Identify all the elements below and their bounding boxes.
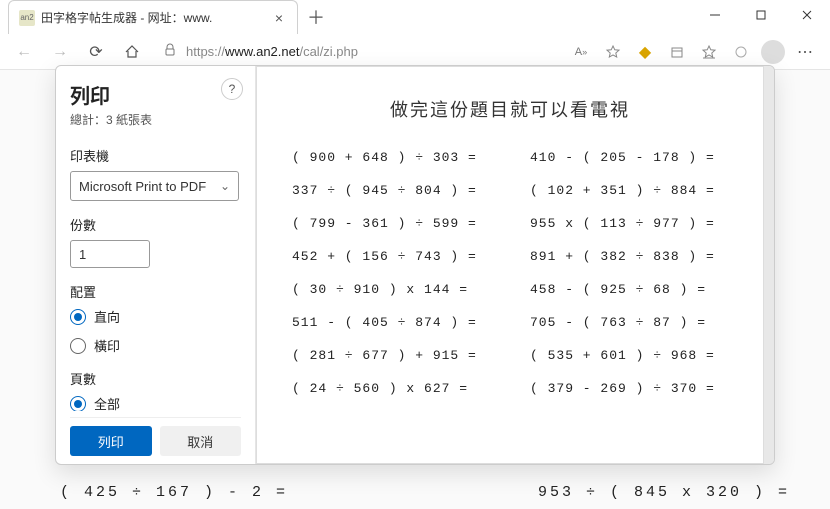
print-button[interactable]: 列印 xyxy=(70,426,152,456)
printer-select[interactable]: Microsoft Print to PDF ⌄ xyxy=(70,171,239,201)
radio-selected-icon xyxy=(70,396,86,412)
copies-input[interactable]: 1 xyxy=(70,240,150,268)
equation-grid: ( 900 + 648 ) ÷ 303 = 410 - ( 205 - 178 )… xyxy=(292,150,728,396)
print-total: 總計：3 紙張表 xyxy=(70,111,241,128)
url-text: https://www.an2.net/cal/zi.php xyxy=(186,44,358,59)
equation: ( 425 ÷ 167 ) - 2 = xyxy=(60,484,288,501)
equation: 891 + ( 382 ÷ 838 ) = xyxy=(530,249,728,264)
printer-value: Microsoft Print to PDF xyxy=(79,179,206,194)
radio-icon xyxy=(70,338,86,354)
close-tab-icon[interactable]: × xyxy=(271,10,287,26)
preview-page: 做完這份題目就可以看電視 ( 900 + 648 ) ÷ 303 = 410 - … xyxy=(256,66,764,464)
chevron-down-icon: ⌄ xyxy=(220,179,230,193)
pages-label: 頁數 xyxy=(70,369,239,388)
cancel-button[interactable]: 取消 xyxy=(160,426,242,456)
print-sidebar: 列印 總計：3 紙張表 ? 印表機 Microsoft Print to PDF… xyxy=(56,66,256,464)
favorites-list-icon[interactable] xyxy=(694,38,724,66)
layout-landscape-radio[interactable]: 橫印 xyxy=(70,336,239,355)
window-close-button[interactable] xyxy=(784,0,830,30)
print-dialog: 列印 總計：3 紙張表 ? 印表機 Microsoft Print to PDF… xyxy=(55,65,775,465)
equation: ( 30 ÷ 910 ) x 144 = xyxy=(292,282,490,297)
equation: ( 379 - 269 ) ÷ 370 = xyxy=(530,381,728,396)
equation: ( 24 ÷ 560 ) x 627 = xyxy=(292,381,490,396)
equation: 955 x ( 113 ÷ 977 ) = xyxy=(530,216,728,231)
equation: ( 281 ÷ 677 ) + 915 = xyxy=(292,348,490,363)
page-content: 列印 總計：3 紙張表 ? 印表機 Microsoft Print to PDF… xyxy=(0,70,830,509)
forward-button[interactable]: → xyxy=(46,38,74,66)
print-preview: 做完這份題目就可以看電視 ( 900 + 648 ) ÷ 303 = 410 - … xyxy=(256,66,764,464)
equation: 337 ÷ ( 945 ÷ 804 ) = xyxy=(292,183,490,198)
copies-label: 份數 xyxy=(70,215,239,234)
printer-label: 印表機 xyxy=(70,146,239,165)
equation: 511 - ( 405 ÷ 874 ) = xyxy=(292,315,490,330)
tab-favicon: an2 xyxy=(19,10,35,26)
equation: ( 535 + 601 ) ÷ 968 = xyxy=(530,348,728,363)
url-field[interactable]: https://www.an2.net/cal/zi.php xyxy=(154,38,558,66)
window-titlebar: an2 田字格字帖生成器 - 网址：www. × ＋ xyxy=(0,0,830,34)
sheet-heading: 做完這份題目就可以看電視 xyxy=(292,96,728,122)
equation: 705 - ( 763 ÷ 87 ) = xyxy=(530,315,728,330)
equation: ( 799 - 361 ) ÷ 599 = xyxy=(292,216,490,231)
layout-portrait-radio[interactable]: 直向 xyxy=(70,307,239,326)
read-aloud-icon[interactable]: A» xyxy=(566,38,596,66)
extension-icon[interactable]: ◆ xyxy=(630,38,660,66)
preview-scrollbar[interactable] xyxy=(764,66,774,464)
lock-icon xyxy=(162,42,178,61)
maximize-button[interactable] xyxy=(738,0,784,30)
back-button[interactable]: ← xyxy=(10,38,38,66)
help-icon[interactable]: ? xyxy=(221,78,243,100)
favorite-icon[interactable] xyxy=(598,38,628,66)
page-bottom-equations: ( 425 ÷ 167 ) - 2 = 953 ÷ ( 845 x 320 ) … xyxy=(0,484,830,501)
equation: 452 + ( 156 ÷ 743 ) = xyxy=(292,249,490,264)
print-title: 列印 xyxy=(70,80,241,109)
pages-all-radio[interactable]: 全部 xyxy=(70,394,239,411)
radio-selected-icon xyxy=(70,309,86,325)
equation: 458 - ( 925 ÷ 68 ) = xyxy=(530,282,728,297)
minimize-button[interactable] xyxy=(692,0,738,30)
layout-label: 配置 xyxy=(70,282,239,301)
equation: 953 ÷ ( 845 x 320 ) = xyxy=(538,484,790,501)
collections-icon[interactable] xyxy=(662,38,692,66)
more-menu-icon[interactable]: ⋯ xyxy=(790,38,820,66)
window-controls xyxy=(692,0,830,30)
equation: 410 - ( 205 - 178 ) = xyxy=(530,150,728,165)
print-buttons: 列印 取消 xyxy=(70,417,241,456)
new-tab-button[interactable]: ＋ xyxy=(302,3,330,31)
print-options-scroll[interactable]: 印表機 Microsoft Print to PDF ⌄ 份數 1 配置 直向 … xyxy=(70,142,241,411)
profile-avatar[interactable] xyxy=(758,38,788,66)
performance-icon[interactable] xyxy=(726,38,756,66)
browser-tab[interactable]: an2 田字格字帖生成器 - 网址：www. × xyxy=(8,0,298,34)
refresh-button[interactable]: ⟳ xyxy=(82,38,110,66)
home-button[interactable] xyxy=(118,38,146,66)
equation: ( 102 + 351 ) ÷ 884 = xyxy=(530,183,728,198)
equation: ( 900 + 648 ) ÷ 303 = xyxy=(292,150,490,165)
tab-title: 田字格字帖生成器 - 网址：www. xyxy=(41,9,265,26)
